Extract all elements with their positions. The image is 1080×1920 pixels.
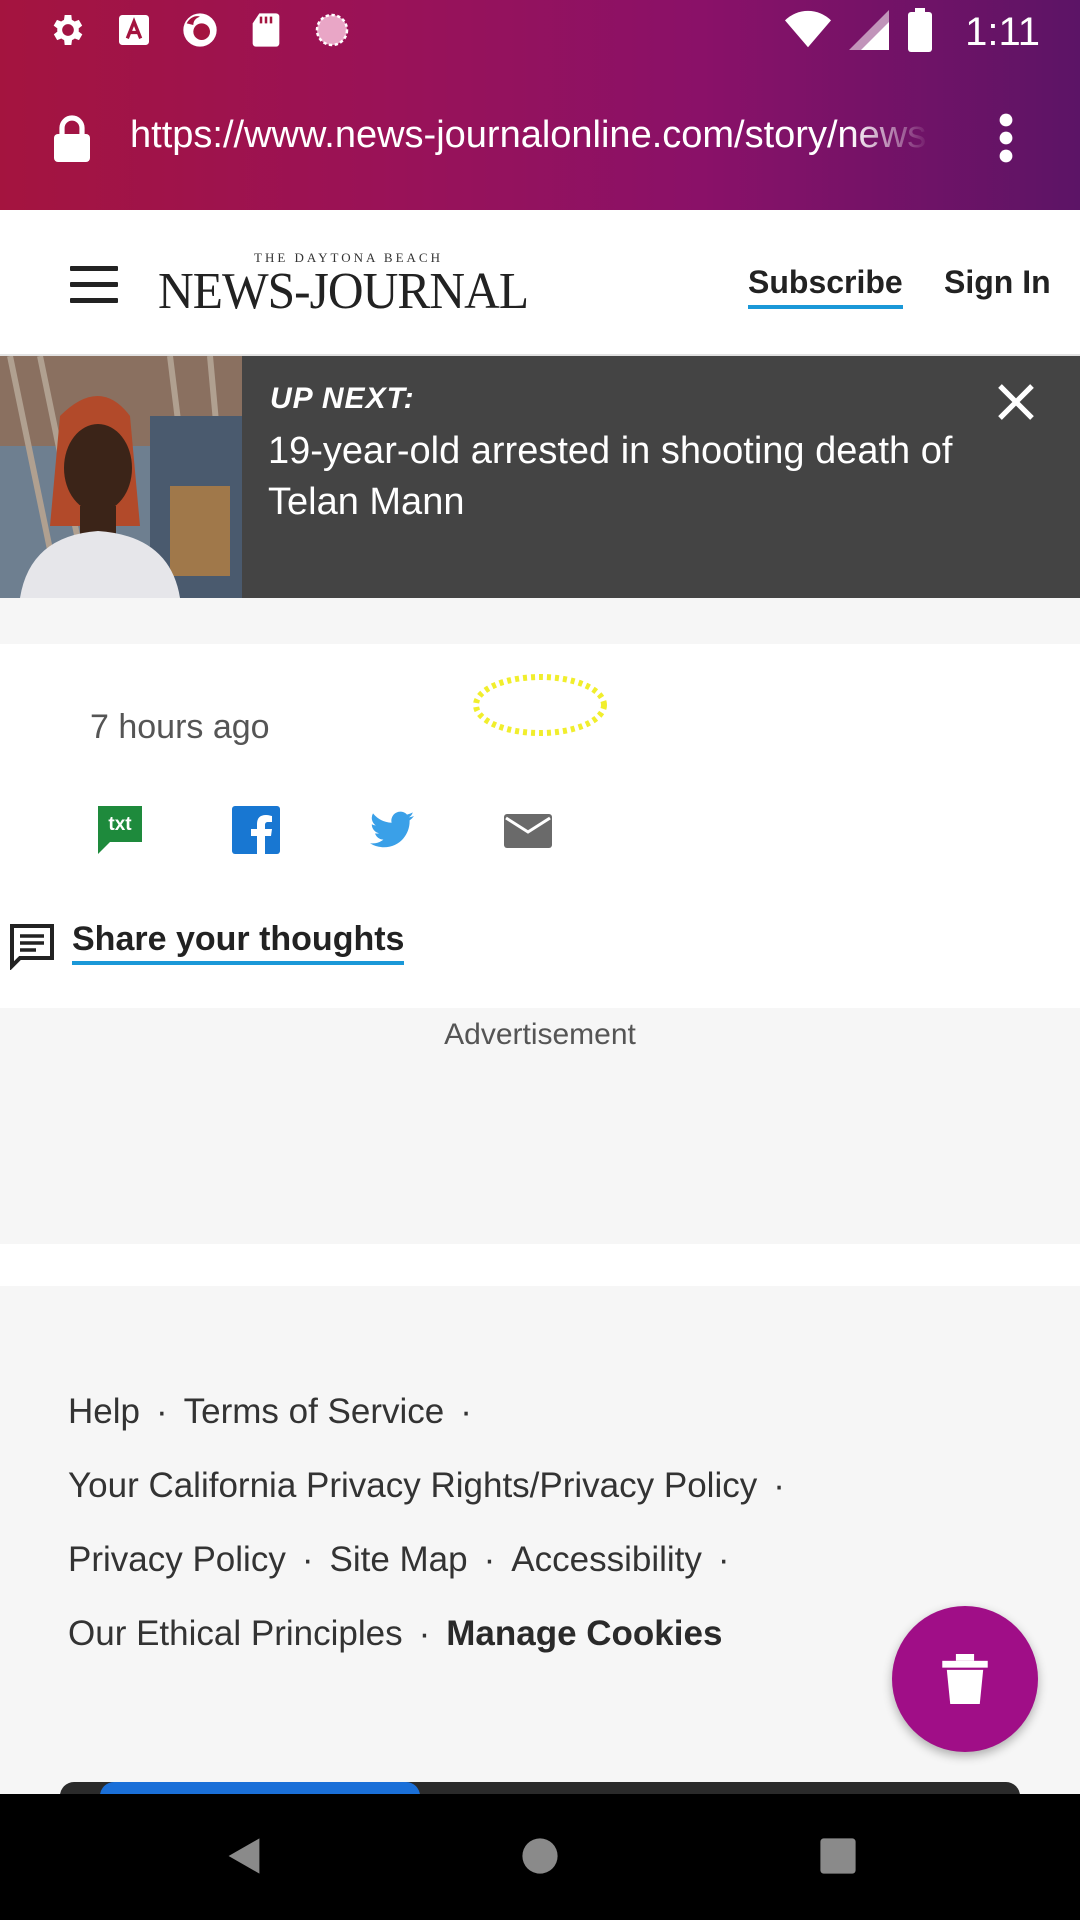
signal-icon: [849, 10, 890, 55]
firefox-icon: [180, 10, 220, 50]
text-a-icon: [114, 10, 154, 50]
footer-separator: ·: [773, 1466, 785, 1505]
footer-link-accessibility[interactable]: Accessibility: [511, 1540, 702, 1579]
footer-separator: ·: [483, 1540, 496, 1579]
footer-separator: ·: [155, 1392, 168, 1431]
footer-separator: ·: [460, 1392, 472, 1431]
footer-link-site-map[interactable]: Site Map: [329, 1540, 467, 1579]
subscribe-link[interactable]: Subscribe: [748, 264, 903, 309]
footer-link-manage-cookies[interactable]: Manage Cookies: [446, 1614, 722, 1653]
footer-separator: ·: [418, 1614, 431, 1653]
settings-icon: [48, 10, 88, 50]
email-icon[interactable]: [504, 804, 552, 856]
sd-card-icon: [246, 10, 286, 50]
advertisement-slot: Advertisement: [0, 1008, 1080, 1244]
back-icon[interactable]: [222, 1834, 266, 1878]
share-txt-label: txt: [108, 814, 132, 835]
advertisement-label: Advertisement: [444, 1018, 636, 1051]
lock-icon[interactable]: [52, 114, 92, 162]
twitter-icon[interactable]: [368, 804, 416, 856]
status-bar: 1:11: [0, 0, 1080, 64]
up-next-label: UP NEXT:: [270, 382, 415, 415]
footer-separator: ·: [717, 1540, 730, 1579]
url-text[interactable]: https://www.news-journalonline.com/story…: [130, 114, 930, 164]
browser-toolbar: 1:11 https://www.news-journalonline.com/…: [0, 0, 1080, 210]
share-txt-icon[interactable]: txt: [96, 804, 144, 856]
site-logo[interactable]: THE DAYTONA BEACH NEWS-JOURNAL: [158, 250, 529, 320]
home-icon[interactable]: [518, 1834, 562, 1878]
footer-link-ethical[interactable]: Our Ethical Principles: [68, 1614, 403, 1653]
address-bar[interactable]: https://www.news-journalonline.com/story…: [0, 92, 1080, 182]
logo-title: NEWS-JOURNAL: [158, 263, 529, 320]
up-next-thumbnail[interactable]: [0, 356, 242, 598]
footer-link-terms[interactable]: Terms of Service: [184, 1392, 445, 1431]
sign-in-link[interactable]: Sign In: [944, 264, 1051, 301]
comment-icon: [8, 922, 56, 971]
share-buttons: txt: [96, 804, 552, 856]
footer-link-help[interactable]: Help: [68, 1392, 140, 1431]
hamburger-menu-icon[interactable]: [70, 266, 118, 304]
article-timestamp: 7 hours ago: [90, 708, 270, 746]
footer-separator: ·: [301, 1540, 314, 1579]
delete-fab-button[interactable]: [892, 1606, 1038, 1752]
up-next-banner[interactable]: UP NEXT: 19-year-old arrested in shootin…: [0, 356, 1080, 598]
battery-icon: [907, 8, 933, 57]
recents-icon[interactable]: [816, 1834, 860, 1878]
wifi-icon: [785, 10, 832, 55]
trash-icon: [942, 1654, 988, 1704]
section-divider: [0, 598, 1080, 644]
loading-indicator-icon: [470, 672, 610, 738]
facebook-icon[interactable]: [232, 804, 280, 856]
kebab-menu-icon[interactable]: [996, 112, 1016, 164]
close-icon[interactable]: [996, 382, 1036, 422]
system-navigation-bar: [0, 1794, 1080, 1920]
status-time: 1:11: [965, 10, 1040, 54]
comments-label[interactable]: Share your thoughts: [72, 920, 405, 965]
footer-link-privacy[interactable]: Privacy Policy: [68, 1540, 286, 1579]
up-next-headline[interactable]: 19-year-old arrested in shooting death o…: [268, 426, 1008, 528]
site-header: THE DAYTONA BEACH NEWS-JOURNAL Subscribe…: [0, 210, 1080, 356]
record-icon: [312, 10, 352, 50]
footer-link-california-privacy[interactable]: Your California Privacy Rights/Privacy P…: [68, 1466, 757, 1505]
